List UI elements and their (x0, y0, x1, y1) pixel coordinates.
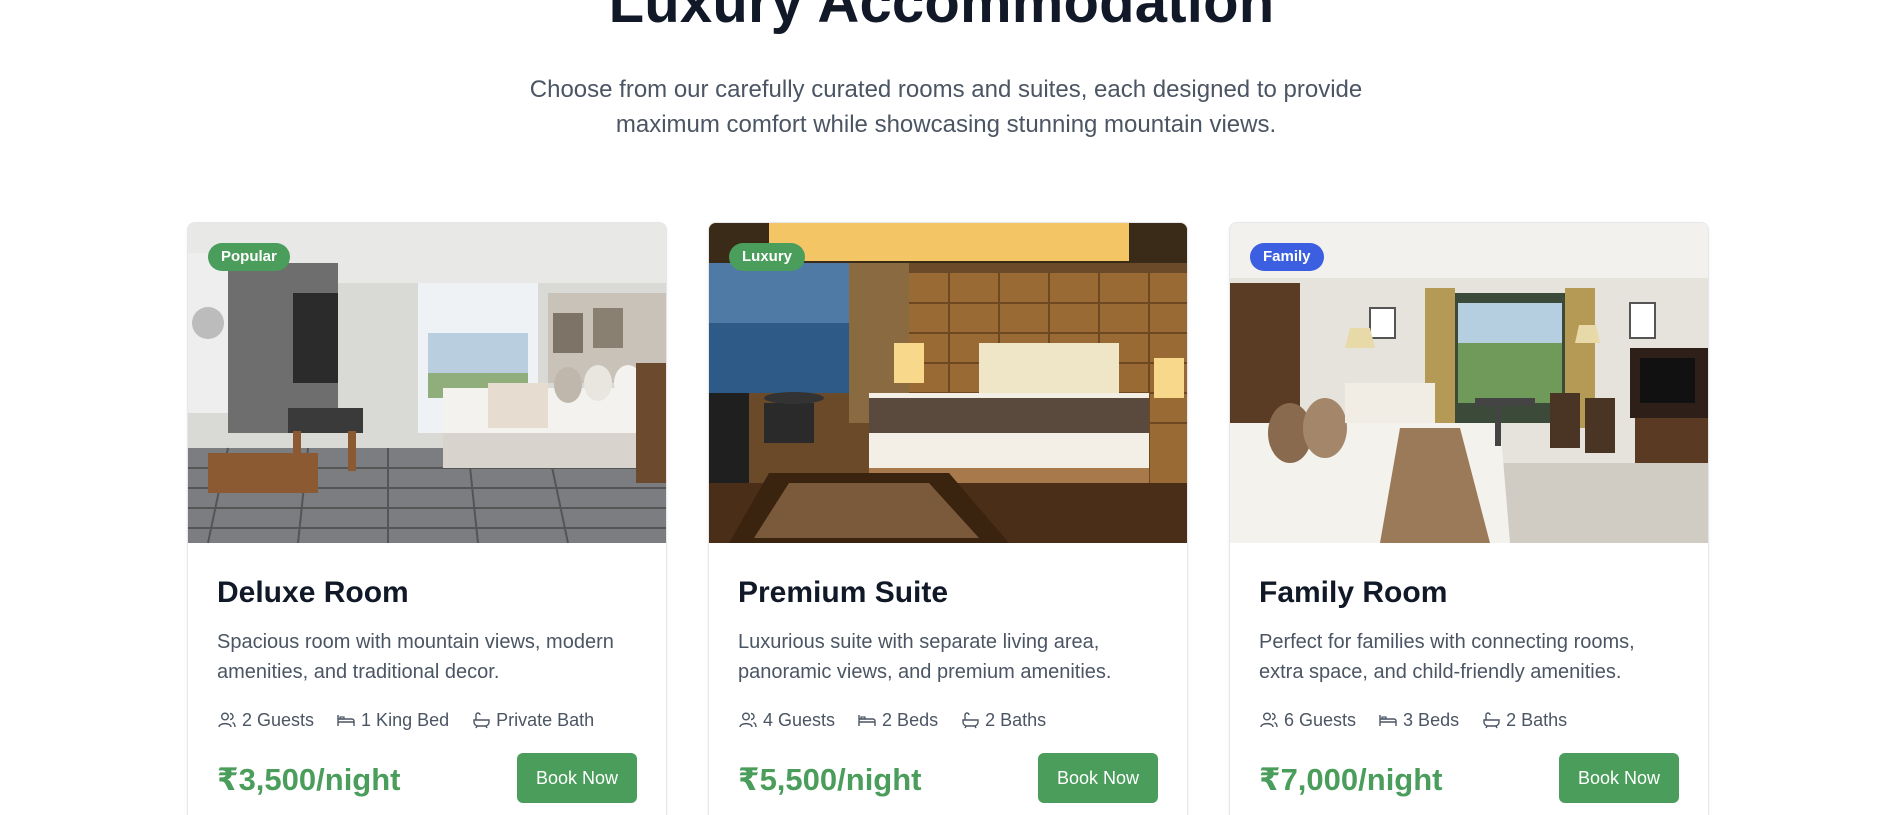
room-badge: Family (1250, 243, 1324, 271)
bath-icon (962, 712, 979, 729)
feature-bath: 2 Baths (960, 709, 1046, 731)
room-badge: Popular (208, 243, 290, 271)
feature-label: 3 Beds (1403, 710, 1460, 730)
room-description: Luxurious suite with separate living are… (738, 631, 1112, 683)
room-title: Deluxe Room (217, 576, 409, 609)
room-cards: Popular Deluxe Room Spacious room with m… (187, 222, 1709, 815)
feature-label: 2 Baths (985, 710, 1047, 730)
room-photo (188, 223, 666, 543)
room-price: ₹7,000/night (1259, 762, 1443, 797)
room-card-premium: Luxury Premium Suite Luxurious suite wit… (708, 222, 1188, 815)
feature-label: 1 King Bed (361, 710, 450, 730)
feature-label: 2 Baths (1506, 710, 1568, 730)
room-price: ₹5,500/night (738, 762, 922, 797)
room-price: ₹3,500/night (217, 762, 401, 797)
room-description: Spacious room with mountain views, moder… (217, 631, 614, 683)
feature-bath: 2 Baths (1481, 709, 1567, 731)
bed-icon (337, 715, 355, 726)
room-image-deluxe: Popular (188, 223, 666, 543)
feature-beds: 1 King Bed (336, 709, 449, 731)
feature-beds: 3 Beds (1378, 709, 1459, 731)
feature-label: 2 Guests (242, 710, 315, 730)
book-now-button[interactable]: Book Now (517, 753, 637, 803)
feature-guests: 2 Guests (217, 709, 314, 731)
room-title: Family Room (1259, 576, 1448, 609)
guests-icon (739, 712, 757, 728)
feature-label: 6 Guests (1284, 710, 1357, 730)
feature-guests: 6 Guests (1259, 709, 1356, 731)
room-card-family: Family Family Room Perfect for families … (1229, 222, 1709, 815)
feature-label: Private Bath (496, 710, 595, 730)
guests-icon (1260, 712, 1278, 728)
room-features: 2 Guests 1 King Bed Private Bath (217, 709, 594, 731)
feature-label: 4 Guests (763, 710, 836, 730)
room-badge: Luxury (729, 243, 806, 271)
room-title: Premium Suite (738, 576, 949, 609)
bath-icon (1483, 712, 1500, 729)
bed-icon (1379, 715, 1397, 726)
bed-icon (858, 715, 876, 726)
room-photo (1230, 223, 1708, 543)
room-image-premium: Luxury (709, 223, 1187, 543)
book-now-button[interactable]: Book Now (1559, 753, 1679, 803)
room-features: 6 Guests 3 Beds 2 Baths (1259, 709, 1567, 731)
section-title: Luxury Accommodation (608, 0, 1275, 35)
room-image-family: Family (1230, 223, 1708, 543)
feature-guests: 4 Guests (738, 709, 835, 731)
bath-icon (473, 712, 490, 729)
room-description: Perfect for families with connecting roo… (1259, 631, 1635, 683)
guests-icon (218, 712, 236, 728)
section-subtitle: Choose from our carefully curated rooms … (529, 76, 1363, 138)
feature-bath: Private Bath (471, 709, 594, 731)
accommodation-section: Luxury Accommodation Choose from our car… (0, 0, 1883, 815)
feature-beds: 2 Beds (857, 709, 938, 731)
feature-label: 2 Beds (882, 710, 939, 730)
book-now-button[interactable]: Book Now (1038, 753, 1158, 803)
room-photo (709, 223, 1187, 543)
room-features: 4 Guests 2 Beds 2 Baths (738, 709, 1046, 731)
room-card-deluxe: Popular Deluxe Room Spacious room with m… (187, 222, 667, 815)
